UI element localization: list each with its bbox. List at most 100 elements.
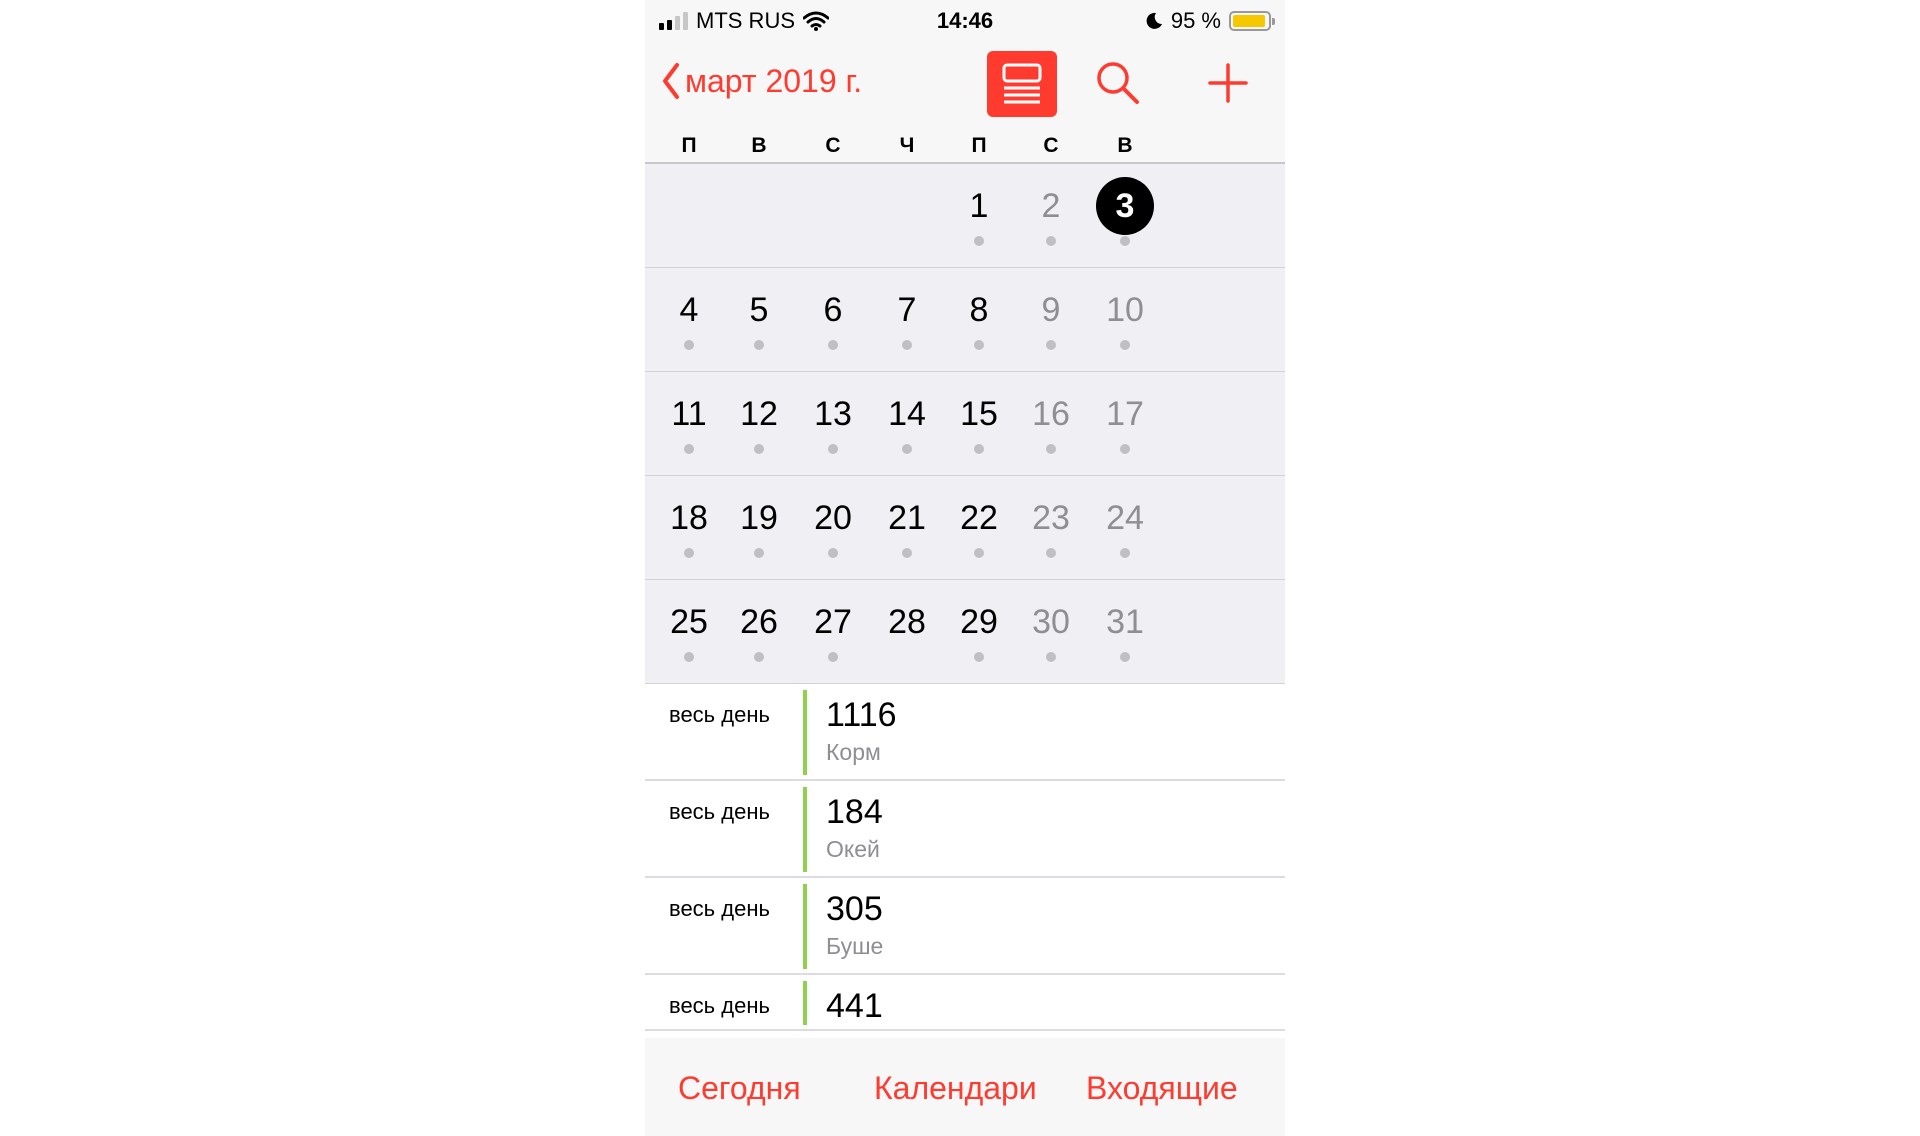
event-dot xyxy=(754,340,764,350)
event-row[interactable]: весь день 1116 Корм xyxy=(645,684,1285,781)
day-number: 11 xyxy=(671,395,707,433)
day-number: 12 xyxy=(740,395,778,433)
event-row[interactable]: весь день 184 Окей xyxy=(645,781,1285,878)
day-number: 8 xyxy=(969,291,989,329)
weekday-header: ПВСЧПСВ xyxy=(645,132,1285,164)
today-day-number: 3 xyxy=(1096,177,1154,235)
day-number: 22 xyxy=(960,499,998,537)
event-time: весь день xyxy=(669,993,770,1018)
day-number: 31 xyxy=(1106,603,1144,641)
week-row: 25 26 27 28 29 30 31 xyxy=(645,580,1285,684)
event-dot xyxy=(754,652,764,662)
day-number: 10 xyxy=(1106,291,1144,329)
battery-percent: 95 % xyxy=(1170,8,1221,33)
day-number: 30 xyxy=(1032,603,1070,641)
day-number: 9 xyxy=(1041,291,1061,329)
event-dot xyxy=(974,548,984,558)
day-cell[interactable]: 31 xyxy=(1081,580,1169,684)
day-cell[interactable]: 17 xyxy=(1081,372,1169,476)
event-dot xyxy=(828,340,838,350)
week-row: 1 23 xyxy=(645,164,1285,268)
event-dot xyxy=(1046,444,1056,454)
event-dot xyxy=(1120,652,1130,662)
day-number: 25 xyxy=(670,603,708,641)
event-row[interactable]: весь день 305 Буше xyxy=(645,878,1285,975)
event-dot xyxy=(828,444,838,454)
event-time: весь день xyxy=(669,896,770,921)
event-dot xyxy=(974,340,984,350)
event-dot xyxy=(1120,444,1130,454)
event-calendar-color-bar xyxy=(803,690,807,775)
day-number: 14 xyxy=(888,395,926,433)
event-dot xyxy=(828,548,838,558)
day-number: 1 xyxy=(969,187,989,225)
event-dot xyxy=(754,548,764,558)
chevron-left-icon xyxy=(663,63,679,99)
day-number: 6 xyxy=(823,291,843,329)
event-dot xyxy=(1120,548,1130,558)
event-dot xyxy=(828,652,838,662)
plus-icon[interactable] xyxy=(1205,60,1251,106)
day-number: 27 xyxy=(814,603,852,641)
event-subtitle: Буше xyxy=(826,933,884,959)
weekday-label: В xyxy=(1117,134,1133,157)
event-title: 305 xyxy=(826,890,883,928)
event-row[interactable]: весь день 441 xyxy=(645,975,1285,1031)
event-subtitle: Окей xyxy=(826,836,880,862)
event-time: весь день xyxy=(669,702,770,727)
day-number: 17 xyxy=(1106,395,1144,433)
day-number: 4 xyxy=(679,291,699,329)
event-dot xyxy=(974,236,984,246)
battery-icon xyxy=(1229,11,1275,31)
day-number: 18 xyxy=(670,499,708,537)
month-title: март 2019 г. xyxy=(685,62,863,99)
event-dot xyxy=(1046,340,1056,350)
day-cell[interactable]: 3 xyxy=(1081,164,1169,268)
day-number: 29 xyxy=(960,603,998,641)
event-dot xyxy=(902,340,912,350)
event-time: весь день xyxy=(669,799,770,824)
day-number: 20 xyxy=(814,499,852,537)
event-dot xyxy=(974,444,984,454)
status-bar: MTS RUS 14:46 95 % xyxy=(645,0,1285,40)
event-dot xyxy=(1046,548,1056,558)
event-dot xyxy=(1120,340,1130,350)
event-title: 184 xyxy=(826,793,883,831)
tab-bar: Сегодня Календари Входящие xyxy=(645,1038,1285,1136)
tab-today[interactable]: Сегодня xyxy=(678,1070,801,1107)
day-number: 21 xyxy=(888,499,926,537)
list-view-icon xyxy=(1002,63,1042,104)
day-cell[interactable]: 24 xyxy=(1081,476,1169,580)
event-calendar-color-bar xyxy=(803,787,807,872)
day-number: 26 xyxy=(740,603,778,641)
day-number: 5 xyxy=(749,291,769,329)
tab-inbox[interactable]: Входящие xyxy=(1086,1070,1238,1107)
event-dot xyxy=(684,548,694,558)
day-cell[interactable]: 10 xyxy=(1081,268,1169,372)
event-title: 441 xyxy=(826,987,883,1025)
day-number: 23 xyxy=(1032,499,1070,537)
back-to-year-button[interactable]: март 2019 г. xyxy=(661,62,862,100)
event-calendar-color-bar xyxy=(803,981,807,1025)
event-dot xyxy=(684,444,694,454)
week-row: 18 19 20 21 22 23 24 xyxy=(645,476,1285,580)
status-right: 95 % xyxy=(1145,8,1275,34)
day-number: 24 xyxy=(1106,499,1144,537)
list-view-toggle[interactable] xyxy=(987,51,1057,117)
battery-fill xyxy=(1233,15,1265,27)
tab-calendars[interactable]: Календари xyxy=(874,1070,1037,1107)
event-dot xyxy=(1046,652,1056,662)
week-row: 11 12 13 14 15 16 17 xyxy=(645,372,1285,476)
search-icon[interactable] xyxy=(1095,60,1141,106)
event-subtitle: Корм xyxy=(826,739,881,765)
event-dot xyxy=(902,444,912,454)
day-number: 7 xyxy=(897,291,917,329)
month-grid: 1 2 3 4 5 6 7 8 9 10 11 12 13 14 15 16 17 18 19 20 21 22 23 24 2… xyxy=(645,164,1285,684)
event-dot xyxy=(974,652,984,662)
phone-screen: MTS RUS 14:46 95 % март 2019 г. П В С Ч … xyxy=(645,0,1285,1136)
event-title: 1116 xyxy=(826,696,897,734)
event-dot xyxy=(902,548,912,558)
event-dot xyxy=(1046,236,1056,246)
moon-icon xyxy=(1146,12,1162,29)
day-number: 15 xyxy=(960,395,998,433)
